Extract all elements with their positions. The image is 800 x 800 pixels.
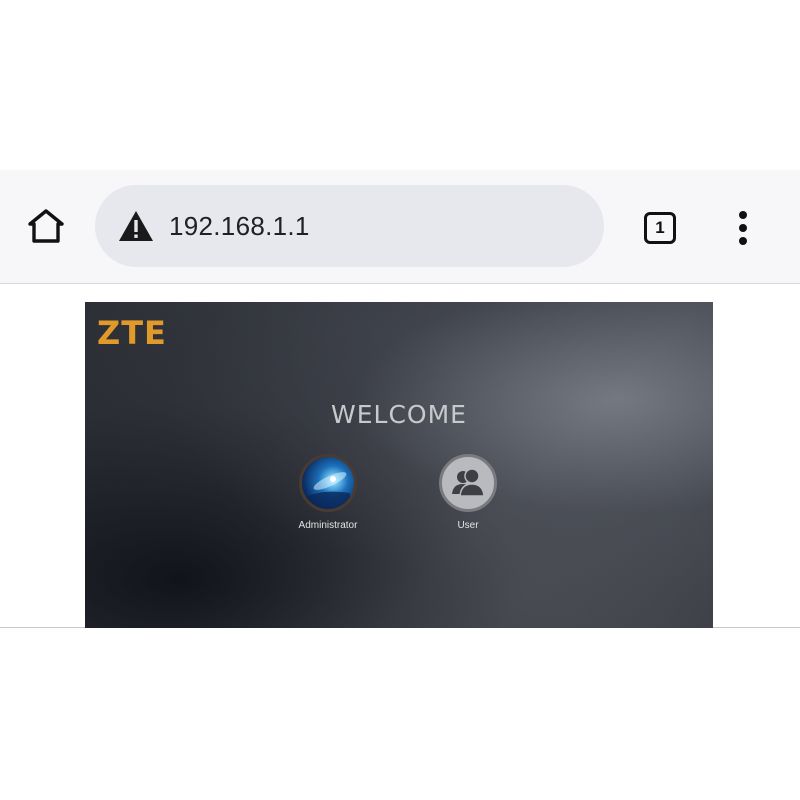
home-icon bbox=[25, 205, 67, 252]
welcome-heading: WELCOME bbox=[331, 400, 467, 429]
page: 192.168.1.1 1 ZTE WELCOME Administrator … bbox=[0, 0, 800, 800]
browser-toolbar: 192.168.1.1 1 bbox=[0, 170, 800, 284]
user-group-icon[interactable] bbox=[439, 454, 497, 512]
admin-avatar-icon[interactable] bbox=[299, 454, 357, 512]
router-login-panel: ZTE WELCOME Administrator User bbox=[85, 302, 713, 628]
more-vert-dot bbox=[739, 224, 747, 232]
tab-switcher-button[interactable]: 1 bbox=[638, 206, 682, 250]
more-vert-dot bbox=[739, 237, 747, 245]
user-account[interactable]: User bbox=[413, 454, 523, 531]
address-bar[interactable]: 192.168.1.1 bbox=[95, 185, 604, 267]
web-content: ZTE WELCOME Administrator User bbox=[0, 284, 800, 628]
brand-logo: ZTE bbox=[97, 314, 167, 352]
url-text[interactable]: 192.168.1.1 bbox=[169, 211, 310, 242]
tab-count: 1 bbox=[655, 218, 665, 237]
administrator-account[interactable]: Administrator bbox=[273, 454, 383, 531]
warning-icon[interactable] bbox=[117, 209, 155, 243]
administrator-label[interactable]: Administrator bbox=[299, 520, 358, 531]
more-options-button[interactable] bbox=[722, 204, 764, 252]
home-button[interactable] bbox=[22, 204, 70, 252]
tabs-icon: 1 bbox=[644, 212, 676, 244]
user-label[interactable]: User bbox=[457, 520, 478, 531]
more-vert-icon bbox=[739, 211, 747, 219]
